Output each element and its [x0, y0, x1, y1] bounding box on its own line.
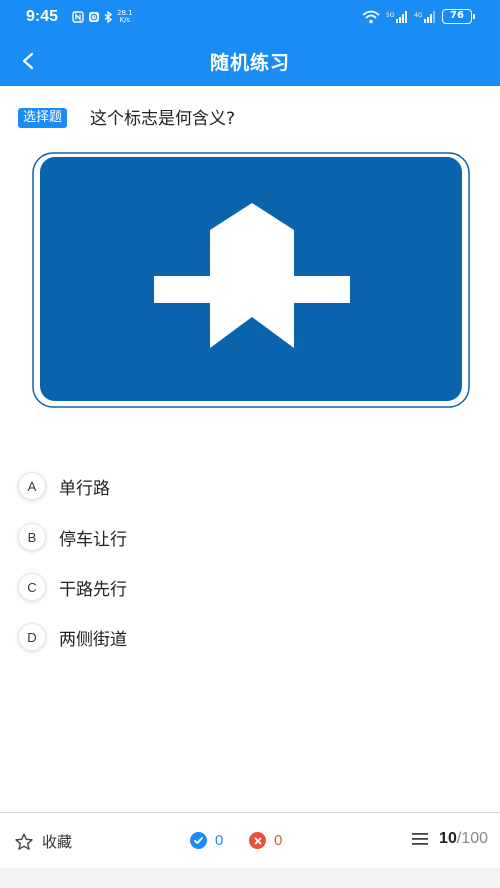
- bluetooth-icon: [104, 11, 113, 23]
- alarm-icon: [89, 12, 99, 22]
- total-questions: 100: [461, 830, 488, 847]
- option-letter: D: [18, 623, 46, 651]
- signal-5g-icon: 5G: [386, 10, 407, 23]
- option-d[interactable]: D 两侧街道: [18, 620, 127, 654]
- option-letter: C: [18, 573, 46, 601]
- status-left-icons: 28.1 K/s: [72, 10, 133, 24]
- net-speed: 28.1 K/s: [117, 9, 133, 24]
- status-right-icons: 5G 4G 76: [362, 9, 475, 24]
- favorite-button[interactable]: 收藏: [14, 831, 72, 852]
- nav-bar: 随机练习: [0, 36, 500, 86]
- page-title: 随机练习: [209, 52, 290, 74]
- system-gesture-area: [0, 868, 500, 888]
- status-time: 9:45: [26, 8, 59, 25]
- option-c[interactable]: C 干路先行: [18, 570, 127, 604]
- question-type-badge: 选择题: [18, 108, 68, 128]
- battery-icon: 76: [442, 9, 475, 24]
- option-letter: B: [18, 523, 46, 551]
- signal-4g-icon: 4G: [414, 10, 435, 23]
- current-question-number: 10: [439, 830, 457, 847]
- svg-text:4G: 4G: [414, 12, 423, 19]
- correct-count: 0: [215, 832, 224, 849]
- svg-text:5G: 5G: [386, 12, 395, 19]
- favorite-label: 收藏: [42, 833, 73, 851]
- option-a[interactable]: A 单行路: [18, 469, 110, 503]
- priority-road-sign-icon: [32, 152, 470, 408]
- wrong-count-stat[interactable]: 0: [249, 832, 282, 849]
- option-letter: A: [18, 472, 46, 500]
- option-text: 停车让行: [59, 529, 127, 550]
- option-text: 单行路: [59, 478, 110, 499]
- correct-count-stat[interactable]: 0: [190, 832, 223, 849]
- option-text: 两侧街道: [59, 629, 127, 650]
- nfc-icon: [72, 11, 84, 23]
- bottom-bar: 收藏 0 0 10/100: [0, 812, 500, 868]
- status-bar: 9:45 28.1 K/s 5G 4G 76: [0, 0, 500, 36]
- option-text: 干路先行: [59, 579, 127, 600]
- wifi-icon: [362, 10, 380, 23]
- check-icon: [190, 832, 207, 849]
- question-text: 这个标志是何含义?: [90, 109, 236, 129]
- wrong-count: 0: [274, 832, 283, 849]
- close-icon: [249, 832, 266, 849]
- question-progress[interactable]: 10/100: [411, 830, 488, 848]
- option-b[interactable]: B 停车让行: [18, 520, 127, 554]
- menu-list-icon: [412, 833, 429, 845]
- star-icon: [15, 832, 33, 850]
- traffic-sign-image: [32, 152, 470, 408]
